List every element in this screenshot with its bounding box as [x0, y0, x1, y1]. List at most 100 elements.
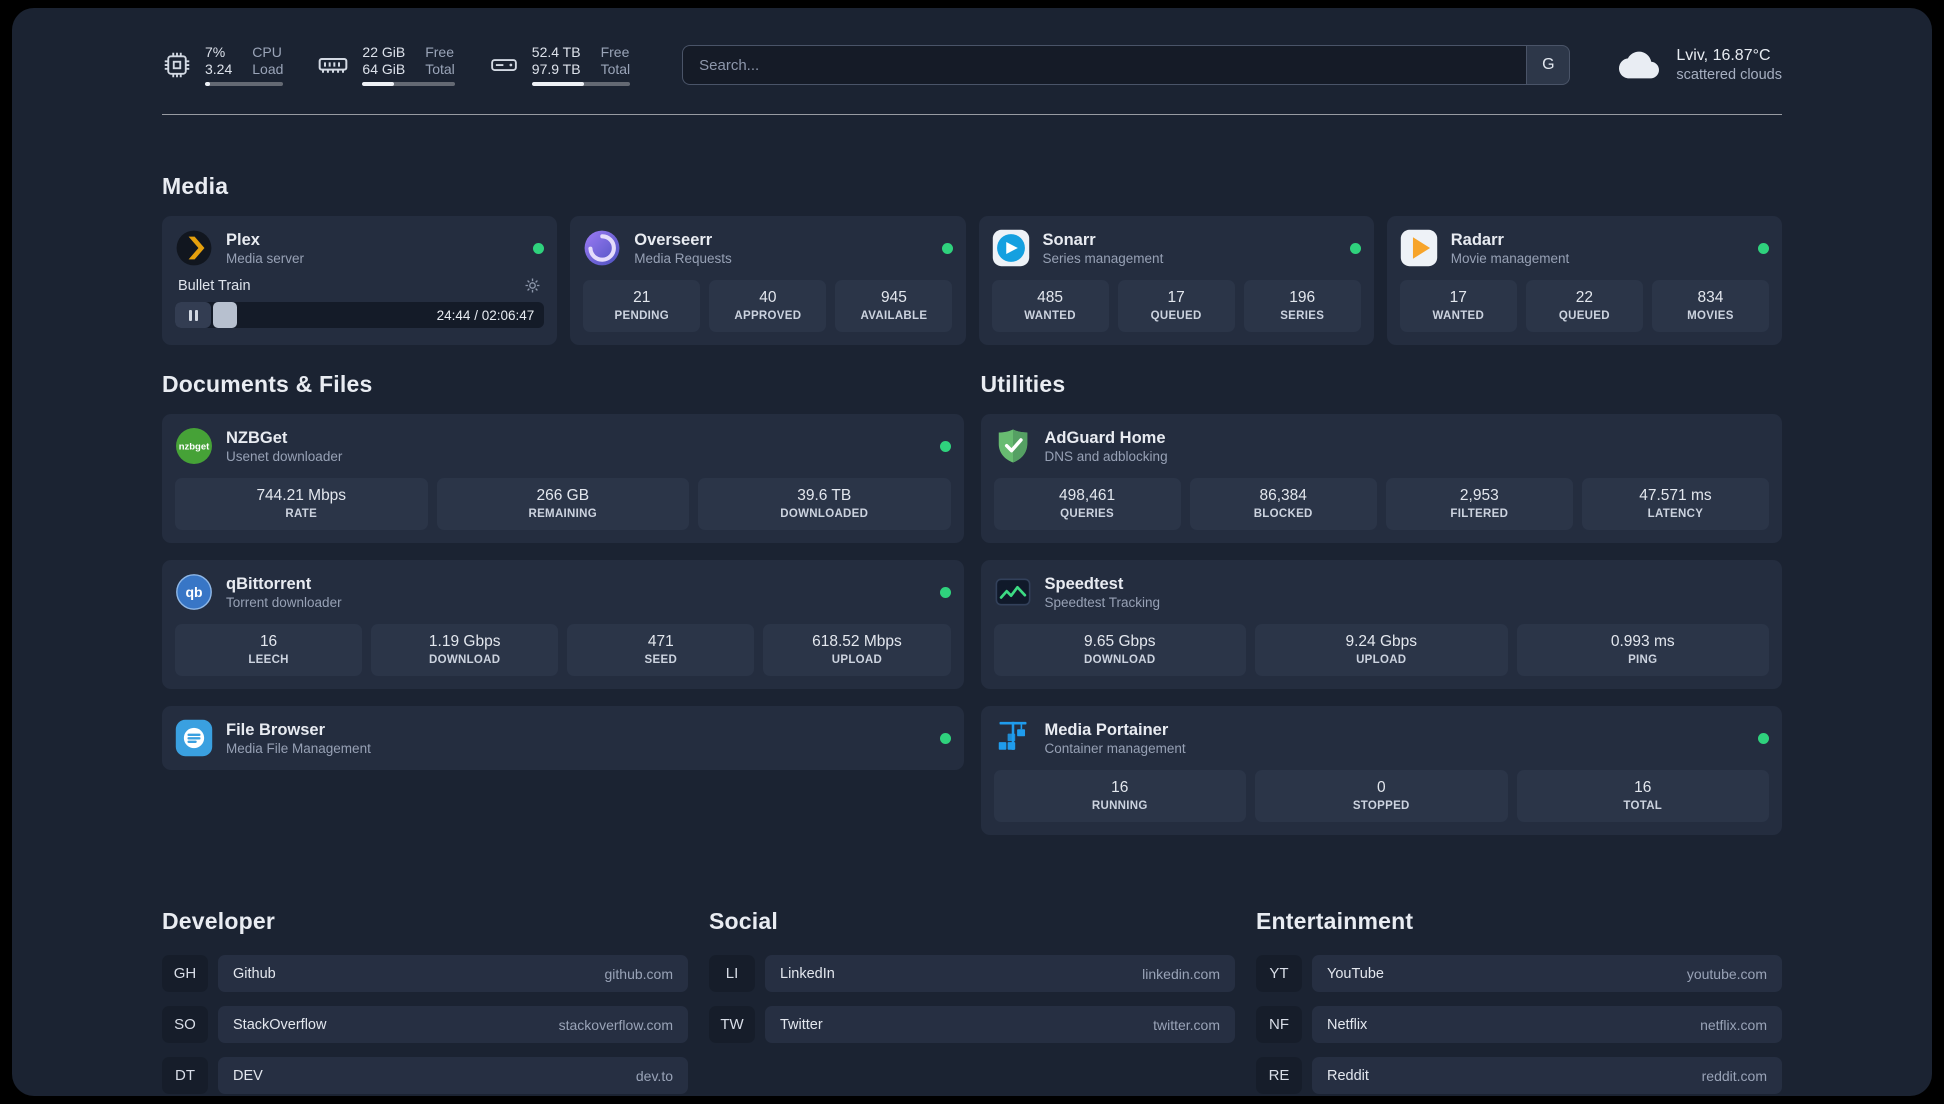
service-subtitle: Movie management	[1450, 251, 1570, 267]
playback-progress	[213, 302, 237, 328]
bookmark-linkedin[interactable]: LI LinkedIn linkedin.com	[709, 955, 1235, 992]
service-name: Media Portainer	[1044, 720, 1169, 739]
gear-icon[interactable]	[524, 277, 541, 294]
svg-text:qb: qb	[185, 584, 202, 600]
portainer-icon	[994, 719, 1032, 757]
disk-widget: 52.4 TB Free 97.9 TB Total	[489, 44, 631, 86]
service-card-radarr[interactable]: Radarr Movie management 17 WANTED 22 QUEUE…	[1386, 216, 1782, 345]
service-card-adguard[interactable]: AdGuard Home DNS and adblocking 498,461 Q…	[980, 414, 1782, 543]
stat-total: 16 TOTAL	[1516, 770, 1769, 822]
sonarr-icon	[992, 229, 1030, 267]
weather-widget[interactable]: Lviv, 16.87°C scattered clouds	[1616, 45, 1782, 85]
stat-queued: 22 QUEUED	[1525, 280, 1643, 332]
weather-condition: scattered clouds	[1676, 67, 1782, 83]
service-subtitle: Torrent downloader	[226, 595, 342, 611]
status-dot	[939, 732, 951, 744]
service-card-speedtest[interactable]: Speedtest Speedtest Tracking 9.65 Gbps DO…	[980, 560, 1782, 689]
service-name: qBittorrent	[226, 574, 312, 593]
pause-button[interactable]	[175, 302, 211, 328]
stat-remaining: 266 GB REMAINING	[436, 478, 689, 530]
status-dot	[1349, 242, 1361, 254]
bookmark-abbr: SO	[162, 1006, 208, 1043]
service-card-portainer[interactable]: Media Portainer Container management 16 R…	[980, 706, 1782, 835]
cpu-percent: 7%	[205, 44, 226, 60]
status-dot	[941, 242, 953, 254]
bookmark-dev[interactable]: DT DEV dev.to	[162, 1057, 688, 1094]
service-card-sonarr[interactable]: Sonarr Series management 485 WANTED 17 QUE…	[978, 216, 1374, 345]
service-card-nzbget[interactable]: nzbget NZBGet Usenet downloader 744.21 M…	[162, 414, 964, 543]
stat-stopped: 0 STOPPED	[1255, 770, 1508, 822]
bookmark-reddit[interactable]: RE Reddit reddit.com	[1256, 1057, 1782, 1094]
speedtest-icon	[994, 573, 1032, 611]
service-subtitle: Series management	[1042, 251, 1164, 267]
memory-total: 64 GiB	[362, 61, 406, 77]
cpu-label: CPU	[252, 44, 282, 60]
memory-icon	[317, 49, 349, 81]
stat-blocked: 86,384 BLOCKED	[1189, 478, 1377, 530]
bookmark-abbr: DT	[162, 1057, 208, 1094]
stat-wanted: 485 WANTED	[991, 280, 1109, 332]
stat-downloaded: 39.6 TB DOWNLOADED	[698, 478, 951, 530]
disk-free-label: Free	[600, 44, 630, 60]
service-name: Plex	[226, 230, 260, 249]
bookmark-github[interactable]: GH Github github.com	[162, 955, 688, 992]
section-title-social: Social	[709, 908, 778, 934]
search-provider-button[interactable]: G	[1526, 45, 1571, 85]
bookmark-stackoverflow[interactable]: SO StackOverflow stackoverflow.com	[162, 1006, 688, 1043]
service-card-plex[interactable]: Plex Media server Bullet Train 24:44 / 0…	[162, 216, 558, 345]
section-title-developer: Developer	[162, 908, 276, 934]
bookmark-abbr: RE	[1256, 1057, 1302, 1094]
filebrowser-icon	[175, 719, 213, 757]
bookmark-abbr: GH	[162, 955, 208, 992]
radarr-icon	[1400, 229, 1438, 267]
bookmark-abbr: TW	[709, 1006, 755, 1043]
stat-filtered: 2,953 FILTERED	[1385, 478, 1573, 530]
disk-icon	[489, 50, 519, 80]
stat-queued: 17 QUEUED	[1117, 280, 1235, 332]
service-card-qbittorrent[interactable]: qb qBittorrent Torrent downloader 16 LEEC…	[162, 560, 964, 689]
stat-approved: 40 APPROVED	[709, 280, 827, 332]
bookmark-netflix[interactable]: NF Netflix netflix.com	[1256, 1006, 1782, 1043]
stat-upload: 618.52 Mbps UPLOAD	[763, 624, 951, 676]
section-title-utilities: Utilities	[980, 371, 1066, 397]
bookmark-abbr: LI	[709, 955, 755, 992]
qbittorrent-icon: qb	[175, 573, 213, 611]
section-title-documents: Documents & Files	[162, 371, 373, 397]
service-card-overseerr[interactable]: Overseerr Media Requests 21 PENDING 40 APP…	[570, 216, 966, 345]
status-dot	[533, 242, 545, 254]
stat-queries: 498,461 QUERIES	[993, 478, 1181, 530]
service-name: Sonarr	[1042, 230, 1096, 249]
overseerr-icon	[583, 229, 621, 267]
nzbget-icon: nzbget	[175, 427, 213, 465]
svg-text:nzbget: nzbget	[179, 442, 210, 453]
memory-widget: 22 GiB Free 64 GiB Total	[317, 44, 455, 86]
service-card-filebrowser[interactable]: File Browser Media File Management	[162, 706, 964, 770]
cloud-icon	[1616, 45, 1662, 85]
stat-available: 945 AVAILABLE	[835, 280, 953, 332]
service-subtitle: Speedtest Tracking	[1044, 595, 1161, 611]
memory-free: 22 GiB	[362, 44, 406, 60]
service-name: Radarr	[1450, 230, 1504, 249]
stat-seed: 471 SEED	[567, 624, 755, 676]
stat-ping: 0.993 ms PING	[1516, 624, 1769, 676]
disk-total: 97.9 TB	[531, 61, 581, 77]
bookmark-twitter[interactable]: TW Twitter twitter.com	[709, 1006, 1235, 1043]
service-subtitle: Media Requests	[634, 251, 732, 267]
service-name: File Browser	[226, 720, 326, 739]
disk-total-label: Total	[600, 61, 631, 77]
service-subtitle: Container management	[1044, 741, 1186, 757]
stat-rate: 744.21 Mbps RATE	[175, 478, 428, 530]
stat-pending: 21 PENDING	[583, 280, 701, 332]
media-player-bar: 24:44 / 02:06:47	[175, 302, 545, 328]
service-name: Overseerr	[634, 230, 713, 249]
playback-time: 24:44 / 02:06:47	[436, 307, 535, 323]
search-input[interactable]	[682, 45, 1527, 85]
memory-progress-bar	[362, 82, 455, 86]
stat-wanted: 17 WANTED	[1399, 280, 1517, 332]
service-name: Speedtest	[1044, 574, 1124, 593]
stat-upload: 9.24 Gbps UPLOAD	[1255, 624, 1508, 676]
stat-running: 16 RUNNING	[993, 770, 1246, 822]
service-subtitle: Media server	[226, 251, 305, 267]
bookmark-youtube[interactable]: YT YouTube youtube.com	[1256, 955, 1782, 992]
plex-icon	[175, 229, 213, 267]
